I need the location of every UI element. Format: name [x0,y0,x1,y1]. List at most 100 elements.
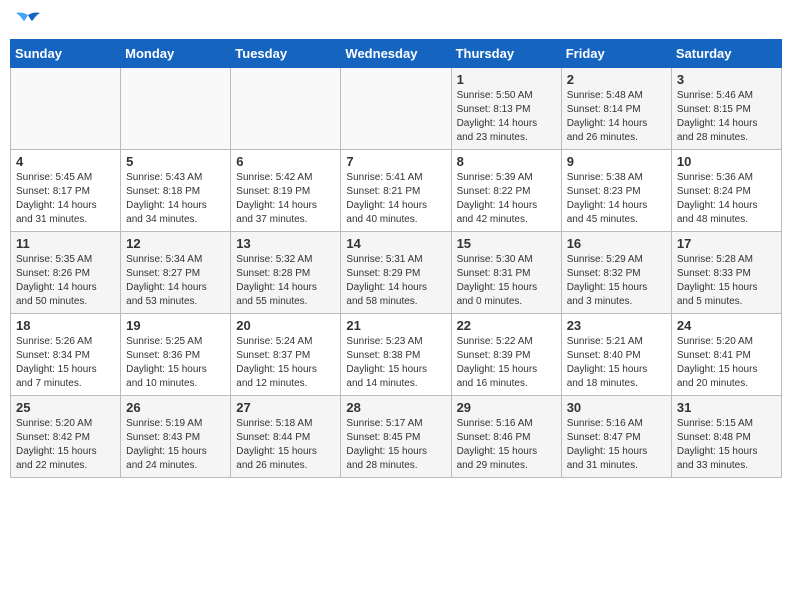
day-number: 13 [236,236,335,251]
day-number: 6 [236,154,335,169]
calendar-week-row: 25 Sunrise: 5:20 AM Sunset: 8:42 PM Dayli… [11,396,782,478]
calendar-cell: 31 Sunrise: 5:15 AM Sunset: 8:48 PM Dayli… [671,396,781,478]
day-info: Sunrise: 5:32 AM Sunset: 8:28 PM Dayligh… [236,253,335,309]
calendar-cell: 1Sunrise: 5:50 AM Sunset: 8:13 PM Daylig… [451,68,561,150]
calendar-cell: 4 Sunrise: 5:45 AM Sunset: 8:17 PM Daylig… [11,150,121,232]
calendar-cell: 16 Sunrise: 5:29 AM Sunset: 8:32 PM Dayli… [561,232,671,314]
calendar-cell: 5 Sunrise: 5:43 AM Sunset: 8:18 PM Daylig… [121,150,231,232]
calendar-cell: 21 Sunrise: 5:23 AM Sunset: 8:38 PM Dayli… [341,314,451,396]
day-number: 19 [126,318,225,333]
day-info: Sunrise: 5:19 AM Sunset: 8:43 PM Dayligh… [126,417,225,473]
calendar-cell: 2 Sunrise: 5:48 AM Sunset: 8:14 PM Daylig… [561,68,671,150]
day-number: 26 [126,400,225,415]
calendar-cell [341,68,451,150]
calendar-cell: 23Sunrise: 5:21 AM Sunset: 8:40 PM Dayli… [561,314,671,396]
day-number: 28 [346,400,445,415]
day-info: Sunrise: 5:41 AM Sunset: 8:21 PM Dayligh… [346,171,445,227]
day-number: 15 [457,236,556,251]
day-number: 27 [236,400,335,415]
calendar-cell [231,68,341,150]
calendar-week-row: 4 Sunrise: 5:45 AM Sunset: 8:17 PM Daylig… [11,150,782,232]
calendar-cell: 15 Sunrise: 5:30 AM Sunset: 8:31 PM Dayli… [451,232,561,314]
calendar-cell: 6 Sunrise: 5:42 AM Sunset: 8:19 PM Daylig… [231,150,341,232]
day-info: Sunrise: 5:18 AM Sunset: 8:44 PM Dayligh… [236,417,335,473]
day-number: 2 [567,72,666,87]
day-info: Sunrise: 5:30 AM Sunset: 8:31 PM Dayligh… [457,253,556,309]
calendar-cell: 8 Sunrise: 5:39 AM Sunset: 8:22 PM Daylig… [451,150,561,232]
calendar-cell: 25 Sunrise: 5:20 AM Sunset: 8:42 PM Dayli… [11,396,121,478]
calendar-cell: 30 Sunrise: 5:16 AM Sunset: 8:47 PM Dayli… [561,396,671,478]
day-number: 31 [677,400,776,415]
day-number: 21 [346,318,445,333]
day-number: 30 [567,400,666,415]
calendar-header-row: SundayMondayTuesdayWednesdayThursdayFrid… [11,40,782,68]
day-info: Sunrise: 5:15 AM Sunset: 8:48 PM Dayligh… [677,417,776,473]
day-info: Sunrise: 5:25 AM Sunset: 8:36 PM Dayligh… [126,335,225,391]
day-info: Sunrise: 5:39 AM Sunset: 8:22 PM Dayligh… [457,171,556,227]
calendar-cell: 28 Sunrise: 5:17 AM Sunset: 8:45 PM Dayli… [341,396,451,478]
day-info: Sunrise: 5:16 AM Sunset: 8:47 PM Dayligh… [567,417,666,473]
day-of-week-header: Sunday [11,40,121,68]
day-number: 16 [567,236,666,251]
calendar-cell: 26 Sunrise: 5:19 AM Sunset: 8:43 PM Dayli… [121,396,231,478]
logo [14,10,46,31]
calendar-cell: 11Sunrise: 5:35 AM Sunset: 8:26 PM Dayli… [11,232,121,314]
day-number: 5 [126,154,225,169]
calendar-cell: 24Sunrise: 5:20 AM Sunset: 8:41 PM Dayli… [671,314,781,396]
day-info: Sunrise: 5:36 AM Sunset: 8:24 PM Dayligh… [677,171,776,227]
day-number: 10 [677,154,776,169]
day-number: 29 [457,400,556,415]
day-info: Sunrise: 5:48 AM Sunset: 8:14 PM Dayligh… [567,89,666,145]
day-number: 4 [16,154,115,169]
calendar-cell: 29 Sunrise: 5:16 AM Sunset: 8:46 PM Dayli… [451,396,561,478]
day-info: Sunrise: 5:21 AM Sunset: 8:40 PM Dayligh… [567,335,666,391]
day-number: 8 [457,154,556,169]
calendar-cell: 9 Sunrise: 5:38 AM Sunset: 8:23 PM Daylig… [561,150,671,232]
calendar-cell: 10 Sunrise: 5:36 AM Sunset: 8:24 PM Dayli… [671,150,781,232]
day-of-week-header: Monday [121,40,231,68]
calendar-cell: 17Sunrise: 5:28 AM Sunset: 8:33 PM Dayli… [671,232,781,314]
calendar-cell: 27 Sunrise: 5:18 AM Sunset: 8:44 PM Dayli… [231,396,341,478]
calendar-table: SundayMondayTuesdayWednesdayThursdayFrid… [10,39,782,478]
day-info: Sunrise: 5:34 AM Sunset: 8:27 PM Dayligh… [126,253,225,309]
calendar-cell [121,68,231,150]
day-info: Sunrise: 5:17 AM Sunset: 8:45 PM Dayligh… [346,417,445,473]
day-number: 11 [16,236,115,251]
day-info: Sunrise: 5:20 AM Sunset: 8:42 PM Dayligh… [16,417,115,473]
day-info: Sunrise: 5:28 AM Sunset: 8:33 PM Dayligh… [677,253,776,309]
day-of-week-header: Thursday [451,40,561,68]
day-info: Sunrise: 5:45 AM Sunset: 8:17 PM Dayligh… [16,171,115,227]
day-info: Sunrise: 5:22 AM Sunset: 8:39 PM Dayligh… [457,335,556,391]
day-number: 20 [236,318,335,333]
calendar-week-row: 18 Sunrise: 5:26 AM Sunset: 8:34 PM Dayli… [11,314,782,396]
calendar-cell: 14Sunrise: 5:31 AM Sunset: 8:29 PM Dayli… [341,232,451,314]
day-number: 12 [126,236,225,251]
day-info: Sunrise: 5:29 AM Sunset: 8:32 PM Dayligh… [567,253,666,309]
day-info: Sunrise: 5:43 AM Sunset: 8:18 PM Dayligh… [126,171,225,227]
day-of-week-header: Tuesday [231,40,341,68]
day-info: Sunrise: 5:23 AM Sunset: 8:38 PM Dayligh… [346,335,445,391]
day-info: Sunrise: 5:50 AM Sunset: 8:13 PM Dayligh… [457,89,556,145]
day-number: 7 [346,154,445,169]
calendar-week-row: 1Sunrise: 5:50 AM Sunset: 8:13 PM Daylig… [11,68,782,150]
calendar-cell: 3Sunrise: 5:46 AM Sunset: 8:15 PM Daylig… [671,68,781,150]
day-number: 25 [16,400,115,415]
calendar-cell: 22 Sunrise: 5:22 AM Sunset: 8:39 PM Dayli… [451,314,561,396]
day-info: Sunrise: 5:16 AM Sunset: 8:46 PM Dayligh… [457,417,556,473]
logo-bird-icon [14,11,42,31]
day-info: Sunrise: 5:38 AM Sunset: 8:23 PM Dayligh… [567,171,666,227]
calendar-cell: 12 Sunrise: 5:34 AM Sunset: 8:27 PM Dayli… [121,232,231,314]
day-of-week-header: Saturday [671,40,781,68]
day-info: Sunrise: 5:24 AM Sunset: 8:37 PM Dayligh… [236,335,335,391]
calendar-cell: 19 Sunrise: 5:25 AM Sunset: 8:36 PM Dayli… [121,314,231,396]
day-number: 18 [16,318,115,333]
page-header [10,10,782,31]
day-of-week-header: Friday [561,40,671,68]
calendar-cell: 20 Sunrise: 5:24 AM Sunset: 8:37 PM Dayli… [231,314,341,396]
day-number: 14 [346,236,445,251]
day-info: Sunrise: 5:26 AM Sunset: 8:34 PM Dayligh… [16,335,115,391]
day-of-week-header: Wednesday [341,40,451,68]
day-number: 9 [567,154,666,169]
day-info: Sunrise: 5:42 AM Sunset: 8:19 PM Dayligh… [236,171,335,227]
day-number: 22 [457,318,556,333]
